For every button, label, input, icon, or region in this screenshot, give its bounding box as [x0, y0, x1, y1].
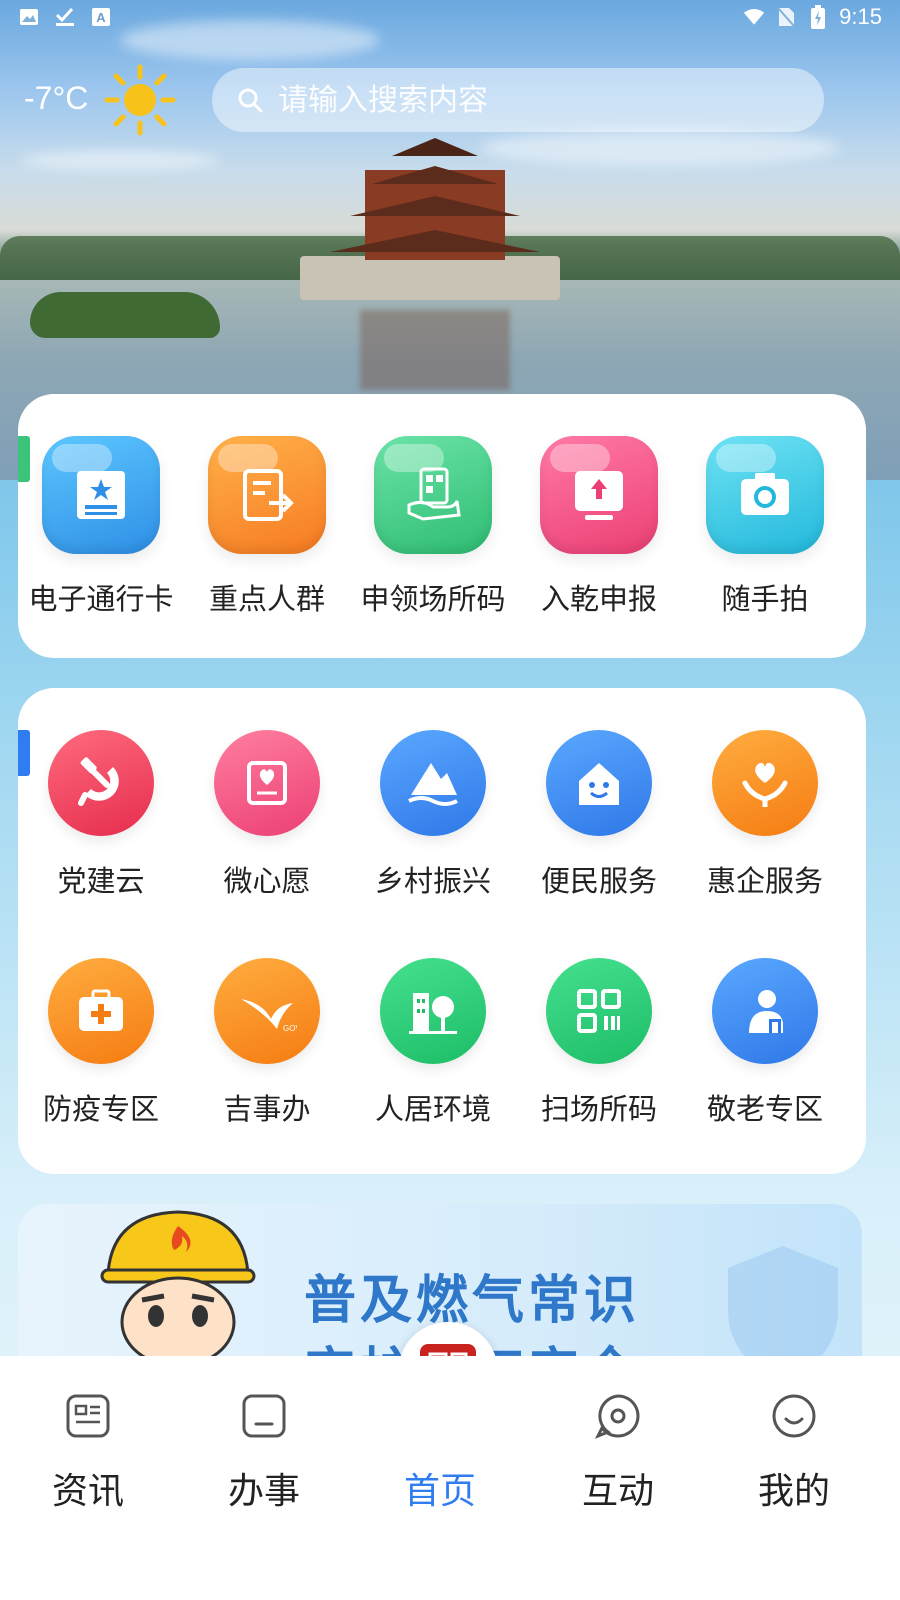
- tile-snapshot[interactable]: 随手拍: [682, 436, 848, 618]
- temperature: -7°C: [24, 80, 89, 116]
- image-notification-icon: [18, 6, 40, 28]
- svg-text:A: A: [96, 10, 106, 25]
- hand-qr-icon: [374, 436, 492, 554]
- camera-icon: [706, 436, 824, 554]
- worker-character: [98, 1204, 258, 1368]
- tile-label: 申领场所码: [360, 582, 506, 616]
- chat-icon: [594, 1394, 640, 1439]
- search-icon: [236, 86, 264, 114]
- search-bar[interactable]: [212, 68, 824, 132]
- bird-icon: GOV: [214, 958, 320, 1064]
- tile-entry-report[interactable]: 入乾申报: [516, 436, 682, 618]
- qr-code-icon: [546, 958, 652, 1064]
- battery-icon: [807, 5, 829, 29]
- task-icon: [242, 1394, 286, 1438]
- tile-label: 扫场所码: [540, 1092, 657, 1126]
- upload-icon: [540, 436, 658, 554]
- tile-venue-code-apply[interactable]: 申领场所码: [350, 436, 516, 618]
- tile-label: 电子通行卡: [28, 582, 174, 616]
- tile-label: 党建云: [57, 864, 145, 898]
- nav-home[interactable]: 首页: [352, 1356, 528, 1514]
- services-card: 党建云 微心愿 乡村振兴 便民服务 惠企服务 防疫专区 GO 吉事办 人居环境 …: [18, 688, 866, 1174]
- tile-label: 随手拍: [721, 582, 809, 616]
- news-icon: [66, 1394, 110, 1438]
- mountain-icon: [380, 730, 486, 836]
- tile-label: 入乾申报: [540, 582, 657, 616]
- tile-good-affairs[interactable]: GOV 吉事办: [184, 958, 350, 1128]
- tile-label: 微心愿: [223, 864, 311, 898]
- sun-icon: [104, 64, 176, 136]
- bottom-navigation: 资讯 办事 首页 互动 我的: [0, 1356, 900, 1600]
- tile-label: 敬老专区: [706, 1092, 823, 1126]
- svg-text:GOV: GOV: [283, 1024, 297, 1033]
- app-root: A 9:15 -7°C 请输入搜索内容 电子通行卡 重点人群 申领场所码 入乾申…: [0, 0, 900, 1600]
- elderly-icon: [712, 958, 818, 1064]
- tile-epidemic-zone[interactable]: 防疫专区: [18, 958, 184, 1128]
- tile-key-groups[interactable]: 重点人群: [184, 436, 350, 618]
- heart-card-icon: [214, 730, 320, 836]
- tile-electronic-pass[interactable]: 电子通行卡: [18, 436, 184, 618]
- tile-label: 重点人群: [208, 582, 325, 616]
- hammer-sickle-icon: [48, 730, 154, 836]
- nav-interact[interactable]: 互动: [530, 1356, 706, 1514]
- tile-convenience-service[interactable]: 便民服务: [516, 730, 682, 900]
- nav-news[interactable]: 资讯: [0, 1356, 176, 1514]
- task-done-notification-icon: [54, 6, 76, 28]
- nav-label: 办事: [227, 1471, 300, 1512]
- document-arrow-icon: [208, 436, 326, 554]
- tile-party-cloud[interactable]: 党建云: [18, 730, 184, 900]
- tile-label: 惠企服务: [706, 864, 823, 898]
- tile-label: 人居环境: [374, 1092, 491, 1126]
- tile-rural-revitalization[interactable]: 乡村振兴: [350, 730, 516, 900]
- tile-living-environment[interactable]: 人居环境: [350, 958, 516, 1128]
- nav-label: 互动: [581, 1471, 654, 1512]
- tile-micro-wish[interactable]: 微心愿: [184, 730, 350, 900]
- profile-icon: [772, 1394, 816, 1438]
- id-card-icon: [42, 436, 160, 554]
- tile-scan-venue-code[interactable]: 扫场所码: [516, 958, 682, 1128]
- medical-kit-icon: [48, 958, 154, 1064]
- heart-hands-icon: [712, 730, 818, 836]
- smile-house-icon: [546, 730, 652, 836]
- tile-label: 防疫专区: [42, 1092, 159, 1126]
- nav-label: 首页: [403, 1471, 476, 1512]
- wifi-icon: [743, 6, 765, 28]
- status-bar: A 9:15: [0, 0, 900, 36]
- tile-elderly-zone[interactable]: 敬老专区: [682, 958, 848, 1128]
- tile-label: 乡村振兴: [374, 864, 491, 898]
- search-input[interactable]: [278, 82, 778, 118]
- tile-label: 便民服务: [540, 864, 657, 898]
- no-sim-icon: [775, 6, 797, 28]
- tile-label: 吉事办: [223, 1092, 311, 1126]
- tile-enterprise-service[interactable]: 惠企服务: [682, 730, 848, 900]
- nav-label: 我的: [757, 1471, 830, 1512]
- font-notification-icon: A: [90, 6, 112, 28]
- nav-tasks[interactable]: 办事: [176, 1356, 352, 1514]
- quick-services-card: 电子通行卡 重点人群 申领场所码 入乾申报 随手拍: [18, 394, 866, 658]
- banner-headline: 普及燃气常识: [304, 1271, 641, 1331]
- nav-profile[interactable]: 我的: [706, 1356, 882, 1514]
- nav-label: 资讯: [51, 1471, 124, 1512]
- clock: 9:15: [839, 4, 882, 29]
- building-tree-icon: [380, 958, 486, 1064]
